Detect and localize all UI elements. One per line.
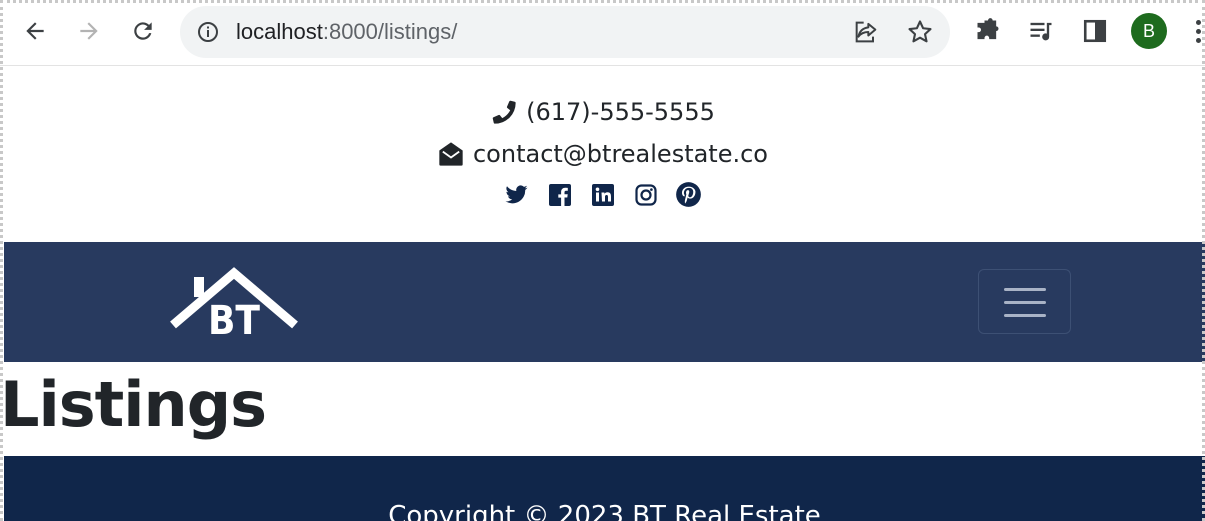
social-links	[0, 181, 1205, 208]
email-address: contact@btrealestate.co	[472, 140, 768, 168]
side-panel-icon[interactable]	[1078, 14, 1112, 48]
logo-text: BT	[208, 298, 260, 339]
url-host: localhost	[236, 19, 323, 44]
contact-phone: (617)-555-5555	[0, 98, 1205, 126]
url-text: localhost:8000/listings/	[236, 19, 457, 45]
footer: Copyright © 2023 BT Real Estate	[4, 456, 1205, 521]
url-path: :8000/listings/	[322, 19, 458, 44]
forward-icon[interactable]	[72, 14, 106, 48]
phone-number: (617)-555-5555	[526, 98, 715, 126]
hamburger-icon[interactable]	[978, 269, 1071, 334]
address-bar[interactable]: localhost:8000/listings/	[180, 6, 950, 58]
contact-email: contact@btrealestate.co	[0, 140, 1205, 168]
envelope-open-icon	[437, 140, 465, 168]
media-queue-icon[interactable]	[1024, 14, 1058, 48]
linkedin-icon[interactable]	[589, 181, 616, 208]
navbar: BT	[4, 242, 1205, 362]
copyright-text: Copyright © 2023 BT Real Estate	[388, 501, 821, 521]
menu-kebab-icon[interactable]	[1196, 20, 1202, 44]
page-title: Listings	[0, 368, 267, 441]
twitter-icon[interactable]	[503, 181, 530, 208]
brand-logo[interactable]: BT	[170, 267, 298, 344]
profile-avatar[interactable]: B	[1131, 13, 1167, 49]
facebook-icon[interactable]	[546, 181, 573, 208]
extensions-icon[interactable]	[971, 14, 1005, 48]
phone-icon	[490, 98, 518, 126]
bookmark-star-icon[interactable]	[906, 18, 934, 50]
browser-toolbar: localhost:8000/listings/ B	[0, 0, 1205, 66]
share-icon[interactable]	[852, 18, 880, 50]
reload-icon[interactable]	[126, 14, 160, 48]
pinterest-icon[interactable]	[675, 181, 702, 208]
instagram-icon[interactable]	[632, 181, 659, 208]
back-icon[interactable]	[18, 14, 52, 48]
site-info-icon[interactable]	[196, 20, 220, 48]
